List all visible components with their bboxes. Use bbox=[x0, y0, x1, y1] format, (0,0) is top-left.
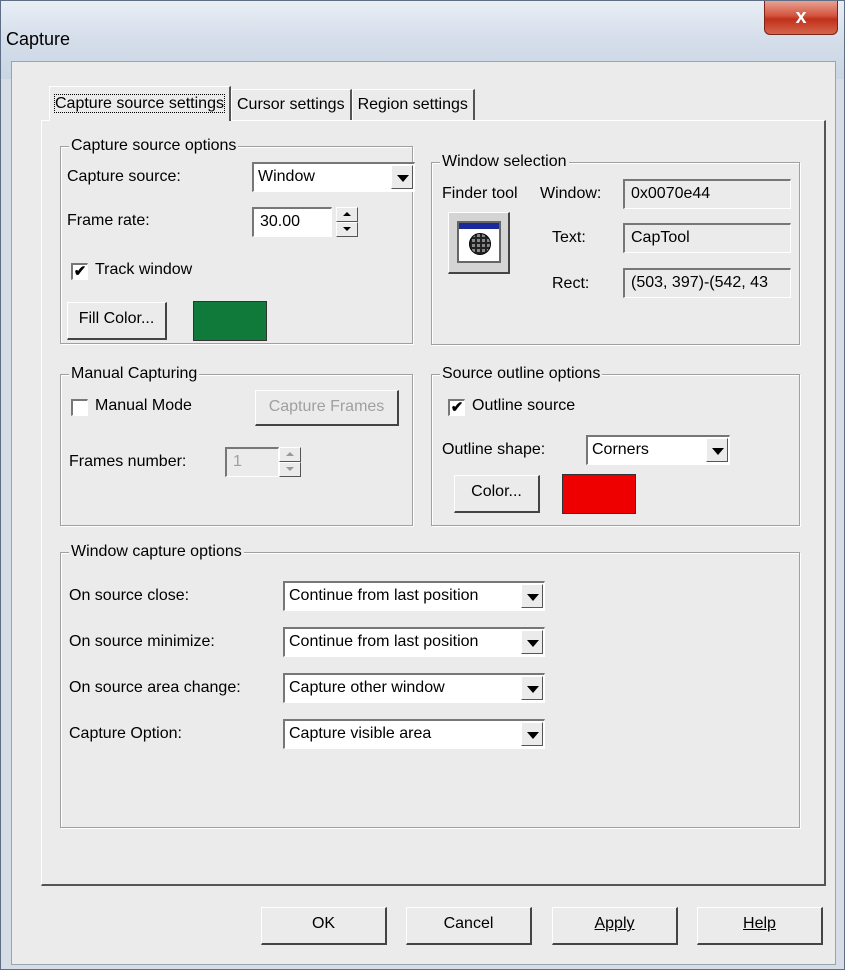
outline-shape-dropdown[interactable]: Corners bbox=[586, 435, 730, 465]
frames-number-value: 1 bbox=[233, 453, 242, 470]
finder-titlebar bbox=[459, 223, 499, 229]
ok-button[interactable]: OK bbox=[261, 907, 387, 945]
group-title: Manual Capturing bbox=[69, 364, 200, 384]
finder-tool[interactable] bbox=[448, 212, 510, 274]
window-capture-options-group: Window capture options On source close: … bbox=[60, 542, 800, 828]
window-title: Capture bbox=[6, 29, 71, 49]
finder-tool-label: Finder tool bbox=[442, 185, 518, 202]
group-title: Window capture options bbox=[69, 542, 244, 562]
window-selection-group: Window selection Finder tool Window: 0x0… bbox=[431, 152, 800, 345]
spin-down-icon[interactable] bbox=[336, 222, 358, 237]
help-button[interactable]: Help bbox=[697, 907, 823, 945]
rect-label: Rect: bbox=[552, 275, 590, 292]
tab-label: Capture source settings bbox=[54, 94, 225, 113]
tab-label: Region settings bbox=[357, 96, 468, 113]
capture-source-dropdown[interactable]: Window bbox=[252, 162, 415, 192]
on-source-minimize-dropdown[interactable]: Continue from last position bbox=[283, 627, 545, 657]
fill-color-button[interactable]: Fill Color... bbox=[67, 302, 167, 340]
group-title: Source outline options bbox=[440, 364, 603, 384]
outline-source-checkbox[interactable]: ✔ bbox=[448, 399, 465, 416]
chevron-down-icon[interactable] bbox=[521, 722, 543, 746]
tab-label: Cursor settings bbox=[236, 96, 345, 113]
on-source-close-value: Continue from last position bbox=[289, 587, 479, 604]
capture-option-dropdown[interactable]: Capture visible area bbox=[283, 719, 545, 749]
chevron-down-icon[interactable] bbox=[521, 630, 543, 654]
on-source-close-label: On source close: bbox=[69, 587, 190, 604]
window-rect-field: (503, 397)-(542, 43 bbox=[623, 268, 791, 298]
crosshair-globe-icon bbox=[469, 233, 491, 255]
spin-up-icon[interactable] bbox=[336, 207, 358, 222]
track-window-checkbox[interactable]: ✔ bbox=[71, 263, 88, 280]
tab-capture-source-settings[interactable]: Capture source settings bbox=[49, 86, 231, 121]
spin-down-icon[interactable] bbox=[279, 462, 301, 477]
window-rect-value: (503, 397)-(542, 43 bbox=[631, 274, 768, 291]
frames-number-spinner[interactable] bbox=[279, 447, 301, 477]
window-text-field: CapTool bbox=[623, 223, 791, 253]
fill-color-label: Fill Color... bbox=[78, 310, 155, 327]
check-mark-icon: ✔ bbox=[450, 399, 464, 416]
help-label: Help bbox=[743, 915, 776, 932]
apply-button[interactable]: Apply bbox=[552, 907, 678, 945]
check-mark-icon: ✔ bbox=[73, 263, 87, 280]
frame-rate-label: Frame rate: bbox=[67, 212, 150, 229]
frames-number-label: Frames number: bbox=[69, 453, 187, 470]
tab-region-settings[interactable]: Region settings bbox=[351, 89, 475, 121]
chevron-down-icon[interactable] bbox=[391, 165, 413, 189]
spin-up-icon[interactable] bbox=[279, 447, 301, 462]
manual-mode-label[interactable]: Manual Mode bbox=[95, 397, 192, 415]
capture-source-label: Capture source: bbox=[67, 168, 181, 185]
outline-shape-label: Outline shape: bbox=[442, 441, 546, 458]
window-handle-value: 0x0070e44 bbox=[631, 185, 711, 202]
group-title: Window selection bbox=[440, 152, 569, 172]
capture-source-value: Window bbox=[258, 168, 315, 185]
tab-cursor-settings[interactable]: Cursor settings bbox=[230, 89, 352, 121]
window-handle-field: 0x0070e44 bbox=[623, 179, 791, 209]
on-source-close-dropdown[interactable]: Continue from last position bbox=[283, 581, 545, 611]
frame-rate-spinner[interactable] bbox=[336, 207, 358, 237]
manual-capturing-group: Manual Capturing Manual Mode Capture Fra… bbox=[60, 364, 413, 526]
outline-source-label[interactable]: Outline source bbox=[472, 397, 575, 415]
on-source-area-change-dropdown[interactable]: Capture other window bbox=[283, 673, 545, 703]
ok-label: OK bbox=[311, 915, 336, 932]
close-button[interactable]: x bbox=[764, 1, 838, 35]
text-label: Text: bbox=[552, 229, 586, 246]
apply-label: Apply bbox=[594, 915, 635, 932]
frame-rate-input[interactable]: 30.00 bbox=[252, 207, 332, 237]
outline-shape-value: Corners bbox=[592, 441, 649, 458]
finder-window-icon bbox=[457, 221, 501, 263]
capture-frames-button[interactable]: Capture Frames bbox=[255, 390, 399, 426]
capture-option-label: Capture Option: bbox=[69, 725, 182, 742]
chevron-down-icon[interactable] bbox=[521, 676, 543, 700]
on-source-area-change-label: On source area change: bbox=[69, 679, 241, 696]
on-source-minimize-value: Continue from last position bbox=[289, 633, 479, 650]
source-outline-options-group: Source outline options ✔ Outline source … bbox=[431, 364, 800, 526]
track-window-label[interactable]: Track window bbox=[95, 261, 192, 279]
manual-mode-checkbox[interactable] bbox=[71, 399, 88, 416]
chevron-down-icon[interactable] bbox=[706, 438, 728, 462]
frames-number-input[interactable]: 1 bbox=[225, 447, 279, 477]
capture-option-value: Capture visible area bbox=[289, 725, 432, 742]
capture-source-options-group: Capture source options Capture source: W… bbox=[60, 136, 415, 344]
outline-color-button[interactable]: Color... bbox=[454, 475, 540, 513]
outline-color-label: Color... bbox=[471, 483, 522, 500]
on-source-minimize-label: On source minimize: bbox=[69, 633, 215, 650]
window-text-value: CapTool bbox=[631, 229, 690, 246]
cancel-button[interactable]: Cancel bbox=[406, 907, 532, 945]
on-source-area-change-value: Capture other window bbox=[289, 679, 445, 696]
tab-panel: Capture source options Capture source: W… bbox=[41, 120, 826, 886]
close-icon: x bbox=[795, 6, 807, 28]
tab-strip: Capture source settings Cursor settings … bbox=[49, 86, 475, 122]
chevron-down-icon[interactable] bbox=[521, 584, 543, 608]
outline-color-swatch[interactable] bbox=[562, 474, 636, 514]
capture-frames-label: Capture Frames bbox=[268, 398, 385, 415]
window-label: Window: bbox=[540, 185, 602, 202]
cancel-label: Cancel bbox=[443, 915, 494, 932]
fill-color-swatch[interactable] bbox=[193, 301, 267, 341]
group-title: Capture source options bbox=[69, 136, 239, 156]
dialog-client-area: Capture source settings Cursor settings … bbox=[11, 61, 836, 965]
capture-dialog: Capture x Capture source settings Cursor… bbox=[0, 0, 845, 970]
frame-rate-value: 30.00 bbox=[260, 213, 301, 230]
